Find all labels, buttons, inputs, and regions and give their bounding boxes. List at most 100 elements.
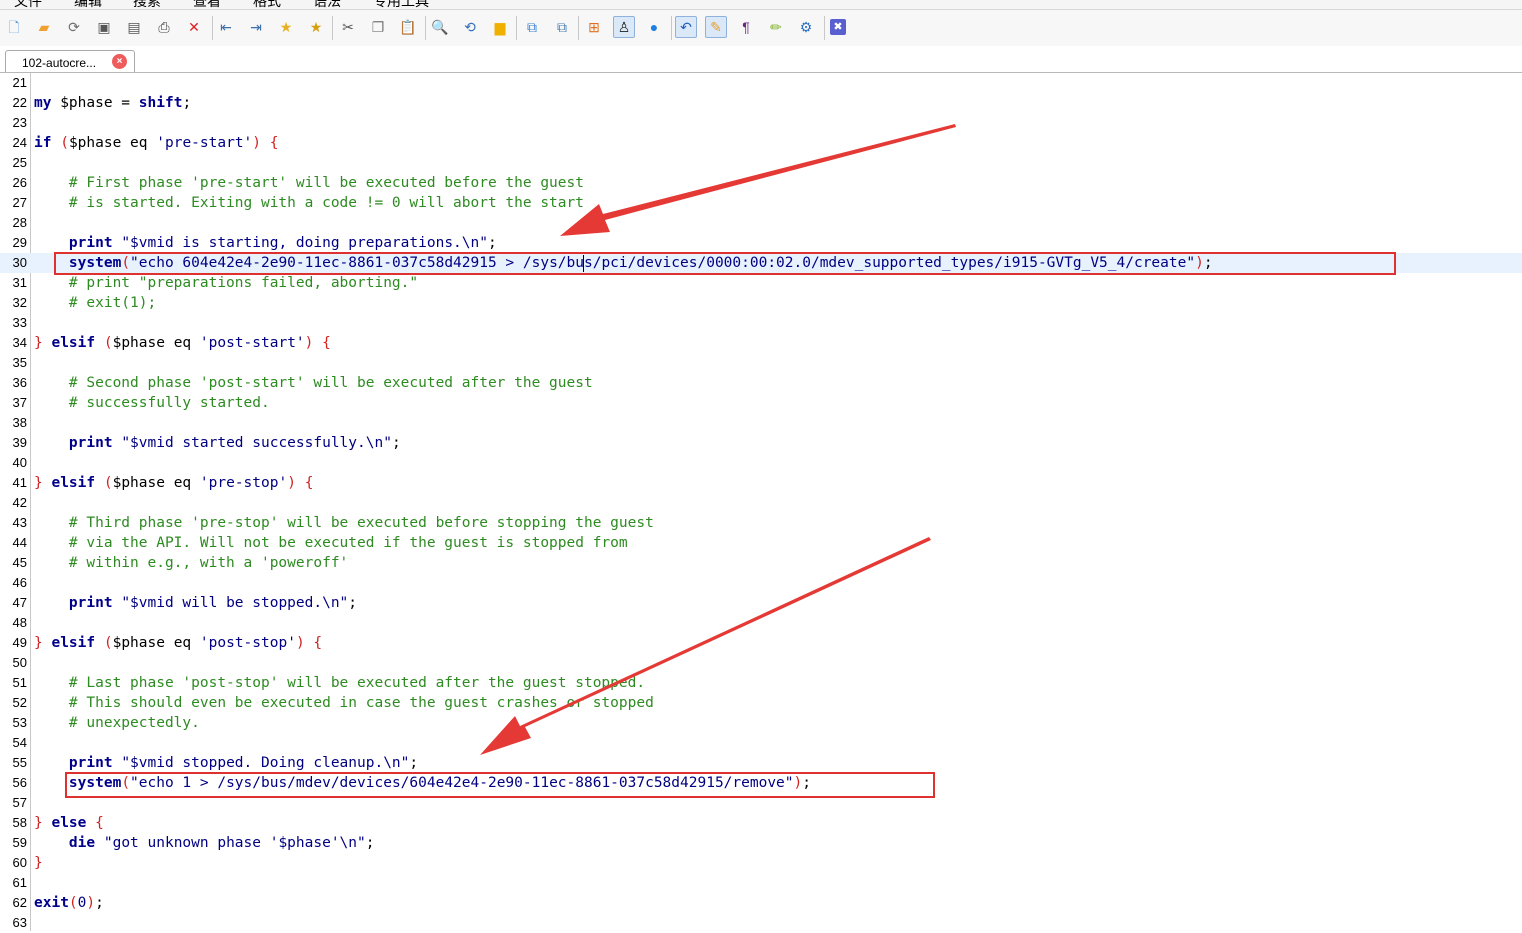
code-line[interactable]: 40 [0,453,1522,473]
bookmark-list-icon[interactable]: ★ [305,16,327,38]
code-text[interactable]: } elsif ($phase eq 'post-start') { [34,333,331,353]
menu-syntax[interactable]: 语法 [313,0,341,9]
replace-icon[interactable]: ⟲ [459,16,481,38]
code-text[interactable]: # unexpectedly. [34,713,200,733]
code-line[interactable]: 35 [0,353,1522,373]
code-text[interactable]: # within e.g., with a 'poweroff' [34,553,348,573]
indent-icon[interactable]: ⇥ [245,16,267,38]
code-text[interactable]: print "$vmid will be stopped.\n"; [34,593,357,613]
code-line[interactable]: 60} [0,853,1522,873]
menu-search[interactable]: 搜索 [133,0,161,9]
macro-icon[interactable]: ✎ [705,16,727,38]
sync-icon[interactable]: ⧉ [551,16,573,38]
bookmark-icon[interactable]: ★ [275,16,297,38]
linux-icon[interactable]: ♙ [613,16,635,38]
code-line[interactable]: 21 [0,73,1522,93]
code-line[interactable]: 27 # is started. Exiting with a code != … [0,193,1522,213]
windows-icon[interactable]: ⊞ [583,16,605,38]
code-line[interactable]: 32 # exit(1); [0,293,1522,313]
code-line[interactable]: 47 print "$vmid will be stopped.\n"; [0,593,1522,613]
code-text[interactable]: my $phase = shift; [34,93,191,113]
code-text[interactable]: } [34,853,43,873]
code-line[interactable]: 56 system("echo 1 > /sys/bus/mdev/device… [0,773,1522,793]
code-line[interactable]: 31 # print "preparations failed, abortin… [0,273,1522,293]
highlight-icon[interactable]: ▆ [489,16,511,38]
code-line[interactable]: 63 [0,913,1522,933]
code-text[interactable]: system("echo 604e42e4-2e90-11ec-8861-037… [34,253,1213,273]
code-line[interactable]: 45 # within e.g., with a 'poweroff' [0,553,1522,573]
cut-icon[interactable]: ✂ [337,16,359,38]
code-text[interactable]: # First phase 'pre-start' will be execut… [34,173,584,193]
exit-icon[interactable]: ✖ [830,19,846,35]
paragraph-icon[interactable]: ¶ [735,16,757,38]
code-text[interactable]: exit(0); [34,893,104,913]
code-line[interactable]: 43 # Third phase 'pre-stop' will be exec… [0,513,1522,533]
save-all-icon[interactable]: ▤ [123,16,145,38]
code-text[interactable]: print "$vmid is starting, doing preparat… [34,233,497,253]
code-line[interactable]: 46 [0,573,1522,593]
code-line[interactable]: 48 [0,613,1522,633]
code-line[interactable]: 33 [0,313,1522,333]
code-line[interactable]: 38 [0,413,1522,433]
code-line[interactable]: 28 [0,213,1522,233]
code-text[interactable]: # exit(1); [34,293,156,313]
code-line[interactable]: 29 print "$vmid is starting, doing prepa… [0,233,1522,253]
save-icon[interactable]: ▣ [93,16,115,38]
code-text[interactable]: print "$vmid stopped. Doing cleanup.\n"; [34,753,418,773]
code-text[interactable]: die "got unknown phase '$phase'\n"; [34,833,375,853]
code-text[interactable]: system("echo 1 > /sys/bus/mdev/devices/6… [34,773,811,793]
new-file-icon[interactable]: 🗋 [3,16,25,38]
code-line[interactable]: 34} elsif ($phase eq 'post-start') { [0,333,1522,353]
settings-icon[interactable]: ⚙ [795,16,817,38]
code-line[interactable]: 62 exit(0); [0,893,1522,913]
code-text[interactable]: # This should even be executed in case t… [34,693,654,713]
code-line[interactable]: 30 system("echo 604e42e4-2e90-11ec-8861-… [0,253,1522,273]
menu-file[interactable]: 文件 [14,0,42,9]
close-file-icon[interactable]: ✕ [183,16,205,38]
menu-format[interactable]: 格式 [253,0,281,9]
code-line[interactable]: 58} else { [0,813,1522,833]
menu-tools[interactable]: 专用工具 [373,0,429,9]
code-line[interactable]: 61 [0,873,1522,893]
code-line[interactable]: 25 [0,153,1522,173]
code-editor[interactable]: 21 22 my $phase = shift; 23 24 if ($phase eq … [0,73,1522,931]
code-line[interactable]: 36 # Second phase 'post-start' will be e… [0,373,1522,393]
code-text[interactable]: } elsif ($phase eq 'post-stop') { [34,633,322,653]
copy-icon[interactable]: ❐ [367,16,389,38]
code-text[interactable]: print "$vmid started successfully.\n"; [34,433,401,453]
menu-view[interactable]: 查看 [193,0,221,9]
code-line[interactable]: 49} elsif ($phase eq 'post-stop') { [0,633,1522,653]
open-folder-icon[interactable]: ▰ [33,16,55,38]
code-text[interactable]: # Third phase 'pre-stop' will be execute… [34,513,654,533]
code-line[interactable]: 55 print "$vmid stopped. Doing cleanup.\… [0,753,1522,773]
code-line[interactable]: 59 die "got unknown phase '$phase'\n"; [0,833,1522,853]
code-text[interactable]: # print "preparations failed, aborting." [34,273,418,293]
code-line[interactable]: 37 # successfully started. [0,393,1522,413]
apple-icon[interactable]: ● [643,16,665,38]
code-text[interactable]: # Last phase 'post-stop' will be execute… [34,673,645,693]
outdent-icon[interactable]: ⇤ [215,16,237,38]
code-line[interactable]: 26 # First phase 'pre-start' will be exe… [0,173,1522,193]
code-line[interactable]: 24 if ($phase eq 'pre-start') { [0,133,1522,153]
code-line[interactable]: 42 [0,493,1522,513]
code-line[interactable]: 44 # via the API. Will not be executed i… [0,533,1522,553]
code-line[interactable]: 23 [0,113,1522,133]
find-icon[interactable]: 🔍 [429,16,451,38]
undo-icon[interactable]: ↶ [675,16,697,38]
menu-edit[interactable]: 编辑 [74,0,102,9]
code-line[interactable]: 53 # unexpectedly. [0,713,1522,733]
code-line[interactable]: 52 # This should even be executed in cas… [0,693,1522,713]
code-line[interactable]: 57 [0,793,1522,813]
code-line[interactable]: 39 print "$vmid started successfully.\n"… [0,433,1522,453]
code-line[interactable]: 50 [0,653,1522,673]
code-line[interactable]: 51 # Last phase 'post-stop' will be exec… [0,673,1522,693]
code-text[interactable]: } else { [34,813,104,833]
close-tab-icon[interactable]: × [112,54,127,69]
code-line[interactable]: 41} elsif ($phase eq 'pre-stop') { [0,473,1522,493]
code-text[interactable]: if ($phase eq 'pre-start') { [34,133,278,153]
pen-icon[interactable]: ✏ [765,16,787,38]
code-text[interactable]: # successfully started. [34,393,270,413]
code-text[interactable]: # Second phase 'post-start' will be exec… [34,373,593,393]
compare-icon[interactable]: ⧉ [521,16,543,38]
code-line[interactable]: 22 my $phase = shift; [0,93,1522,113]
